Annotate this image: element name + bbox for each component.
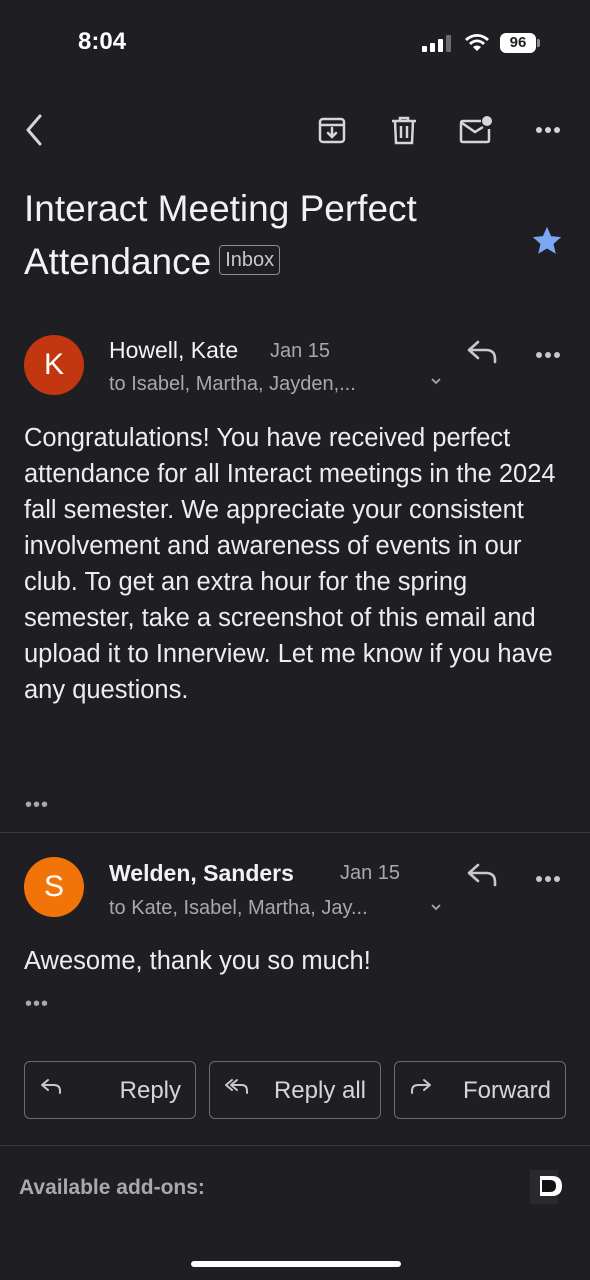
archive-icon[interactable] — [314, 112, 350, 148]
message-more-icon[interactable] — [535, 346, 561, 364]
chevron-down-icon[interactable] — [430, 899, 442, 917]
message-divider — [0, 832, 590, 833]
forward-button[interactable]: Forward — [394, 1061, 566, 1119]
sender-name: Welden, Sanders — [109, 860, 294, 886]
addon-icon[interactable] — [530, 1168, 566, 1204]
reply-icon[interactable] — [466, 861, 498, 892]
sender-avatar[interactable]: K — [24, 335, 84, 395]
reply-icon[interactable] — [466, 338, 498, 369]
home-indicator — [191, 1261, 401, 1267]
reply-all-icon — [224, 1076, 250, 1104]
message-body: Awesome, thank you so much! — [24, 947, 371, 975]
reply-all-button[interactable]: Reply all — [209, 1061, 381, 1119]
recipients-summary[interactable]: to Kate, Isabel, Martha, Jay... — [109, 897, 368, 920]
back-arrow-icon[interactable] — [16, 112, 52, 148]
forward-label: Forward — [462, 1077, 551, 1104]
trash-icon[interactable] — [386, 112, 422, 148]
reply-button[interactable]: Reply — [24, 1061, 196, 1119]
show-trimmed-content[interactable]: ••• — [25, 794, 49, 817]
inbox-label-badge[interactable]: Inbox — [219, 245, 281, 276]
star-icon[interactable] — [530, 224, 564, 263]
mark-unread-icon[interactable] — [458, 112, 494, 148]
message-date: Jan 15 — [270, 340, 331, 362]
email-subject: Interact Meeting Perfect Attendance Inbox — [24, 182, 504, 288]
show-trimmed-content[interactable]: ••• — [25, 993, 49, 1016]
more-icon[interactable] — [530, 112, 566, 148]
forward-icon — [409, 1076, 433, 1104]
battery-indicator: 96 — [500, 33, 536, 53]
status-time: 8:04 — [78, 28, 127, 55]
reply-all-label: Reply all — [273, 1077, 366, 1104]
message-more-icon[interactable] — [535, 870, 561, 888]
chevron-down-icon[interactable] — [430, 373, 442, 391]
sender-avatar[interactable]: S — [24, 857, 84, 917]
cellular-signal-icon — [422, 34, 451, 52]
wifi-icon — [464, 32, 490, 57]
available-addons-label: Available add-ons: — [19, 1176, 205, 1199]
reply-label: Reply — [119, 1077, 181, 1104]
footer-divider — [0, 1145, 590, 1146]
sender-name: Howell, Kate — [109, 337, 239, 363]
message-date: Jan 15 — [340, 862, 401, 884]
message-body: Congratulations! You have received perfe… — [24, 424, 556, 704]
battery-nub — [537, 39, 540, 47]
reply-icon — [39, 1076, 63, 1104]
recipients-summary[interactable]: to Isabel, Martha, Jayden,... — [109, 373, 356, 396]
